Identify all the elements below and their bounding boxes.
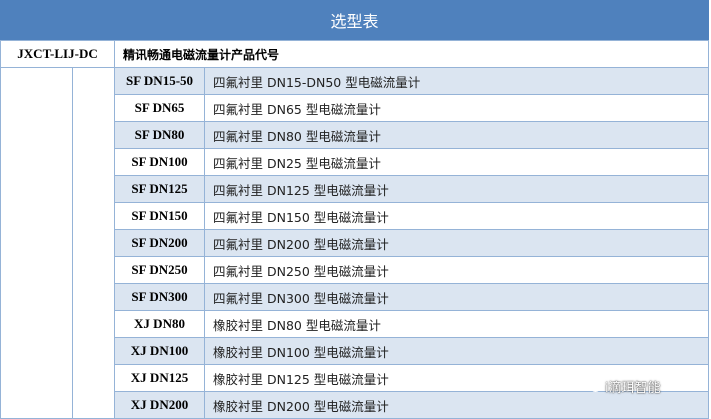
row-code: SF DN80 — [114, 121, 206, 149]
row-desc: 四氟衬里 DN25 型电磁流量计 — [204, 148, 710, 176]
row-code: SF DN125 — [114, 175, 206, 203]
row-desc: 四氟衬里 DN65 型电磁流量计 — [204, 94, 710, 122]
row-desc: 四氟衬里 DN80 型电磁流量计 — [204, 121, 710, 149]
row-code: SF DN200 — [114, 229, 206, 257]
row-desc: 四氟衬里 DN250 型电磁流量计 — [204, 256, 710, 284]
row-code: SF DN250 — [114, 256, 206, 284]
row-desc: 橡胶衬里 DN100 型电磁流量计 — [204, 337, 710, 365]
watermark-text: i滴珥智能 — [605, 380, 661, 396]
row-desc: 四氟衬里 DN150 型电磁流量计 — [204, 202, 710, 230]
row-code: XJ DN80 — [114, 310, 206, 338]
row-desc: 橡胶衬里 DN80 型电磁流量计 — [204, 310, 710, 338]
table-title: 选型表 — [0, 0, 709, 40]
row-desc: 四氟衬里 DN15-DN50 型电磁流量计 — [204, 67, 710, 95]
row-code: SF DN100 — [114, 148, 206, 176]
table-row: SF DN15-50 四氟衬里 DN15-DN50 型电磁流量计 — [0, 67, 710, 419]
selection-table: JXCT-LIJ-DC 精讯畅通电磁流量计产品代号 SF DN15-50 四氟衬… — [0, 40, 710, 419]
row-code: SF DN150 — [114, 202, 206, 230]
selection-table-page: 选型表 JXCT-LIJ-DC 精讯畅通电磁流量计产品代号 SF DN15-50… — [0, 0, 711, 419]
row-code: SF DN65 — [114, 94, 206, 122]
row-code: XJ DN200 — [114, 391, 206, 419]
row-desc: 四氟衬里 DN200 型电磁流量计 — [204, 229, 710, 257]
row-desc: 四氟衬里 DN125 型电磁流量计 — [204, 175, 710, 203]
row-code: XJ DN100 — [114, 337, 206, 365]
model-column-blank — [0, 67, 73, 419]
series-column-blank — [71, 67, 116, 419]
watermark: i滴珥智能 — [585, 376, 661, 396]
row-code: SF DN15-50 — [114, 67, 206, 95]
model-code-cell: JXCT-LIJ-DC — [0, 40, 116, 68]
wechat-icon — [585, 379, 601, 392]
row-code: XJ DN125 — [114, 364, 206, 392]
row-code: SF DN300 — [114, 283, 206, 311]
table-header-row: JXCT-LIJ-DC 精讯畅通电磁流量计产品代号 — [0, 40, 710, 68]
row-desc: 四氟衬里 DN300 型电磁流量计 — [204, 283, 710, 311]
product-name-cell: 精讯畅通电磁流量计产品代号 — [114, 40, 710, 68]
